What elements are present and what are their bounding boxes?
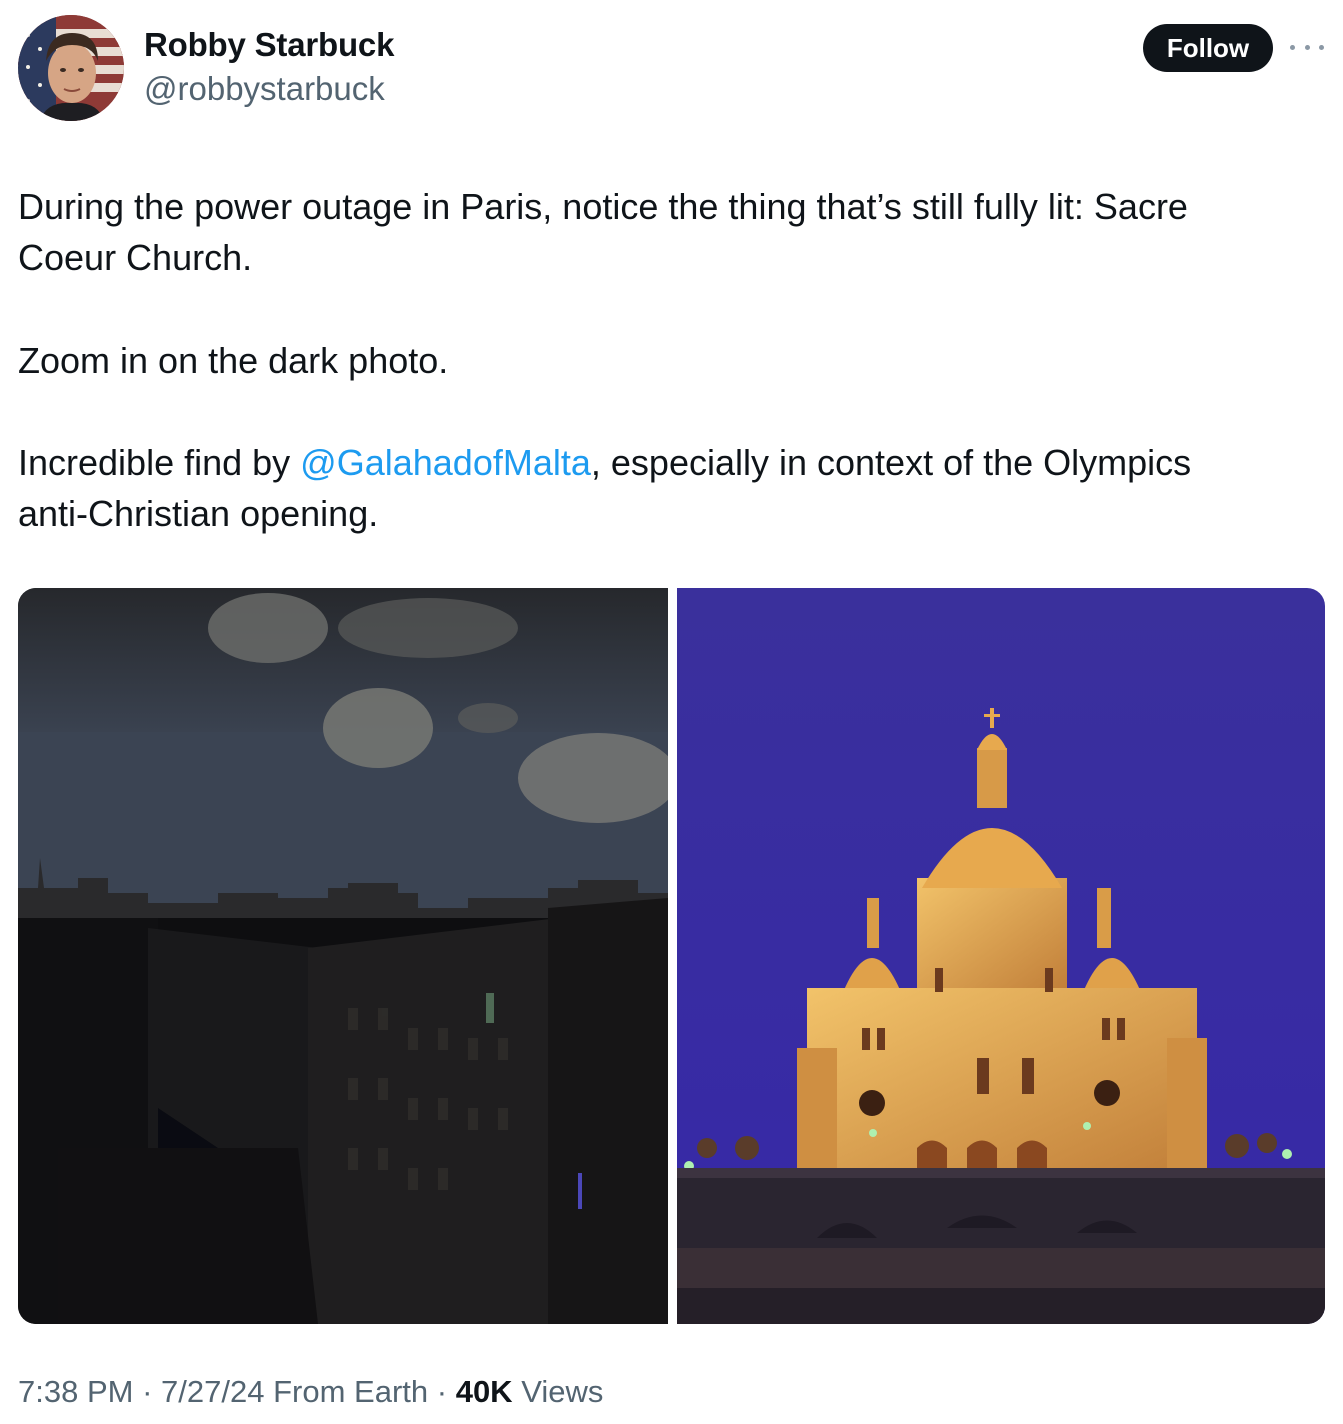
tweet-text-paragraph-2: Zoom in on the dark photo. (18, 335, 1318, 386)
follow-button[interactable]: Follow (1143, 24, 1273, 72)
sacre-coeur-photo[interactable] (677, 588, 1325, 1324)
tweet-text-line: During the power outage in Paris, notice… (18, 186, 1188, 227)
tweet-text-line: anti-Christian opening. (18, 493, 379, 534)
author-handle[interactable]: @robbystarbuck (144, 70, 385, 108)
tweet-meta: 7:38 PM · 7/27/24 From Earth · 40K Views (18, 1374, 603, 1410)
avatar-image (18, 15, 124, 121)
views-count[interactable]: 40K (456, 1374, 513, 1409)
tweet-text-paragraph-1: During the power outage in Paris, notice… (18, 181, 1318, 283)
tweet-text-line: Zoom in on the dark photo. (18, 340, 449, 381)
author-name[interactable]: Robby Starbuck (144, 26, 394, 64)
more-icon[interactable] (1290, 32, 1324, 62)
more-dot (1304, 44, 1310, 50)
tweet-time[interactable]: 7:38 PM (18, 1374, 133, 1409)
mention-link[interactable]: @GalahadofMalta (300, 442, 591, 483)
tweet-text-paragraph-3: Incredible find by @GalahadofMalta, espe… (18, 437, 1318, 539)
dark-paris-photo[interactable] (18, 588, 668, 1324)
tweet-text-line: Incredible find by @GalahadofMalta, espe… (18, 437, 1318, 488)
meta-separator: · (142, 1374, 153, 1409)
more-dot (1319, 44, 1324, 50)
views-label: Views (521, 1374, 604, 1409)
tweet-source: From Earth (273, 1374, 429, 1409)
author-avatar[interactable] (18, 15, 124, 121)
meta-separator: · (436, 1374, 448, 1409)
tweet-text-span: Incredible find by (18, 442, 301, 483)
tweet-card: Robby Starbuck @robbystarbuck Follow Dur… (0, 0, 1343, 1424)
dark-paris-image (18, 588, 668, 1324)
tweet-text-span: , especially in context of the Olympics (590, 442, 1192, 483)
sacre-coeur-image (677, 588, 1325, 1324)
tweet-text-line: Coeur Church. (18, 237, 253, 278)
more-dot (1290, 44, 1295, 50)
tweet-date[interactable]: 7/27/24 (161, 1374, 264, 1409)
